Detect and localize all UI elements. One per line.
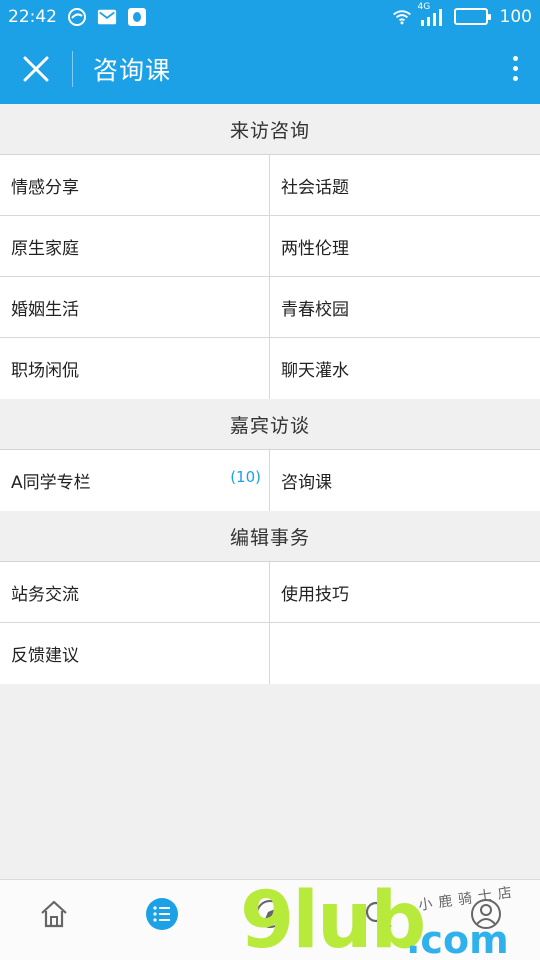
browser-icon — [67, 7, 87, 27]
board-item-empty — [270, 623, 540, 684]
more-vertical-icon — [512, 56, 518, 61]
section-header-visits: 来访咨询 — [0, 104, 540, 155]
home-icon — [41, 900, 67, 928]
nav-home[interactable] — [0, 880, 108, 940]
forum-board-list: 来访咨询 情感分享 社会话题 原生家庭 两性伦理 婚姻生活 青春校园 职场闲侃 … — [0, 104, 540, 684]
close-icon — [23, 56, 49, 81]
board-item[interactable]: 站务交流 — [0, 562, 270, 622]
new-post-count-badge: (10) — [230, 468, 261, 486]
board-item[interactable]: 原生家庭 — [0, 216, 270, 276]
nav-profile[interactable] — [432, 880, 540, 940]
board-row: 职场闲侃 聊天灌水 — [0, 338, 540, 399]
board-item[interactable]: 职场闲侃 — [0, 338, 270, 399]
nav-boards[interactable] — [108, 880, 216, 940]
board-row: 婚姻生活 青春校园 — [0, 277, 540, 338]
board-item[interactable]: A同学专栏 (10) — [0, 450, 270, 511]
status-bar: 22:42 4G 100 — [0, 0, 540, 33]
app-bar-divider — [72, 50, 73, 87]
qq-icon — [127, 7, 147, 27]
board-item[interactable]: 婚姻生活 — [0, 277, 270, 337]
compass-icon — [256, 900, 284, 928]
board-row: 反馈建议 — [0, 623, 540, 684]
board-row: 原生家庭 两性伦理 — [0, 216, 540, 277]
section-header-editorial: 编辑事务 — [0, 511, 540, 562]
section-header-interviews: 嘉宾访谈 — [0, 399, 540, 450]
search-icon — [365, 901, 392, 928]
app-bar: 咨询课 — [0, 33, 540, 104]
board-item[interactable]: 咨询课 — [270, 450, 540, 511]
battery-icon — [453, 8, 491, 25]
network-type: 4G — [417, 1, 431, 12]
page-title: 咨询课 — [93, 55, 172, 85]
status-time: 22:42 — [8, 6, 57, 27]
wifi-icon — [392, 7, 412, 27]
mail-icon — [97, 7, 117, 27]
board-item[interactable]: 社会话题 — [270, 155, 540, 215]
board-row: 情感分享 社会话题 — [0, 155, 540, 216]
board-row: A同学专栏 (10) 咨询课 — [0, 450, 540, 511]
board-item[interactable]: 反馈建议 — [0, 623, 270, 684]
nav-discover[interactable] — [216, 880, 324, 940]
board-item[interactable]: 聊天灌水 — [270, 338, 540, 399]
more-dot — [512, 66, 518, 71]
board-item-label: A同学专栏 — [11, 473, 91, 493]
battery-level: 100 — [499, 6, 532, 27]
board-item[interactable]: 青春校园 — [270, 277, 540, 337]
board-item[interactable]: 两性伦理 — [270, 216, 540, 276]
board-item[interactable]: 情感分享 — [0, 155, 270, 215]
nav-search[interactable] — [324, 880, 432, 940]
more-dot — [512, 76, 518, 81]
board-row: 站务交流 使用技巧 — [0, 562, 540, 623]
board-item[interactable]: 使用技巧 — [270, 562, 540, 622]
signal-icon: 4G — [418, 2, 446, 26]
profile-icon — [471, 899, 501, 929]
list-icon — [146, 898, 178, 930]
more-options-button[interactable] — [490, 33, 540, 104]
close-button[interactable] — [0, 33, 72, 104]
bottom-navigation — [0, 879, 540, 960]
